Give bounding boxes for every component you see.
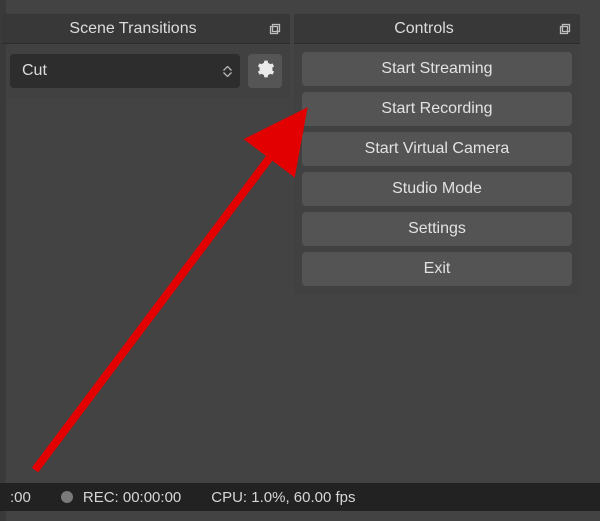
scene-transitions-body: Cut — [2, 44, 290, 98]
status-rec-time: REC: 00:00:00 — [83, 489, 181, 506]
controls-dock: Controls Start Streaming Start Recording… — [294, 14, 580, 294]
scene-transitions-title: Scene Transitions — [2, 20, 264, 38]
status-cpu: CPU: 1.0%, 60.00 fps — [211, 489, 355, 506]
status-cpu-text: CPU: 1.0%, 60.00 fps — [211, 489, 355, 506]
exit-button[interactable]: Exit — [302, 252, 572, 286]
record-indicator-icon — [61, 491, 73, 503]
controls-body: Start Streaming Start Recording Start Vi… — [294, 44, 580, 294]
controls-title: Controls — [294, 20, 554, 38]
popout-icon[interactable] — [554, 23, 576, 35]
start-recording-button[interactable]: Start Recording — [302, 92, 572, 126]
controls-header[interactable]: Controls — [294, 14, 580, 44]
transition-select[interactable]: Cut — [10, 54, 240, 88]
left-panel-edge — [0, 0, 6, 521]
gear-icon — [255, 59, 275, 83]
status-bar: :00 REC: 00:00:00 CPU: 1.0%, 60.00 fps — [0, 483, 600, 511]
start-virtual-camera-button[interactable]: Start Virtual Camera — [302, 132, 572, 166]
status-live-time: :00 — [10, 489, 31, 506]
chevron-up-down-icon — [223, 66, 232, 77]
start-streaming-button[interactable]: Start Streaming — [302, 52, 572, 86]
status-rec: REC: 00:00:00 — [61, 489, 181, 506]
studio-mode-button[interactable]: Studio Mode — [302, 172, 572, 206]
transition-select-value: Cut — [22, 62, 47, 80]
settings-button[interactable]: Settings — [302, 212, 572, 246]
popout-icon[interactable] — [264, 23, 286, 35]
transition-settings-button[interactable] — [248, 54, 282, 88]
scene-transitions-header[interactable]: Scene Transitions — [2, 14, 290, 44]
scene-transitions-dock: Scene Transitions Cut — [2, 14, 290, 294]
status-live: :00 — [10, 489, 31, 506]
